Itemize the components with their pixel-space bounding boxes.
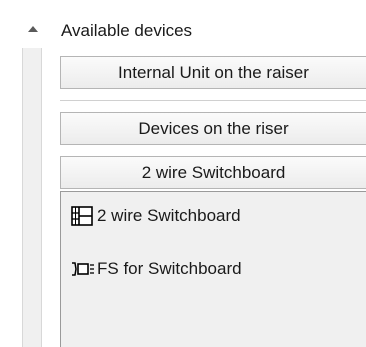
collapse-arrow-icon[interactable] [28,26,38,32]
left-scroll-strip[interactable] [22,48,42,347]
device-list: 2 wire Switchboard FS for Switchboard [60,191,366,347]
section-title: Available devices [61,21,193,40]
available-devices-panel: Available devices Internal Unit on the r… [0,0,366,347]
switchboard-icon [71,206,93,226]
devices-accordion: Internal Unit on the raiser Devices on t… [58,48,366,347]
category-devices-on-riser-button[interactable]: Devices on the riser [60,112,366,145]
category-2-wire-switchboard-button[interactable]: 2 wire Switchboard [60,156,366,189]
divider [60,100,366,101]
power-supply-icon [71,259,94,279]
category-internal-unit-button[interactable]: Internal Unit on the raiser [60,56,366,89]
device-label: FS for Switchboard [97,259,242,278]
device-label: 2 wire Switchboard [97,206,241,225]
device-item-2-wire-switchboard[interactable]: 2 wire Switchboard [71,205,241,227]
device-item-fs-for-switchboard[interactable]: FS for Switchboard [71,258,242,280]
